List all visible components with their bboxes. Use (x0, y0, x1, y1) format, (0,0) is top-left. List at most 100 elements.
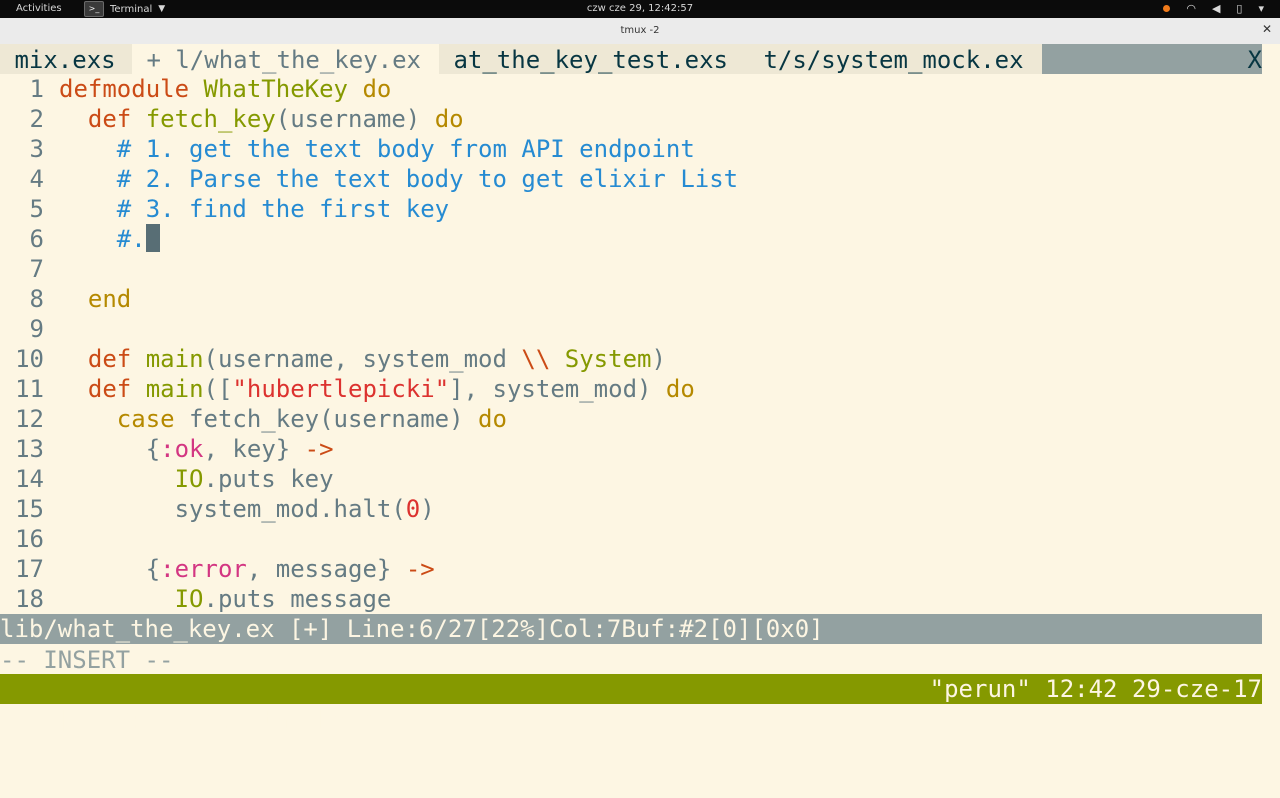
code-line[interactable]: 10 def main(username, system_mod \\ Syst… (0, 344, 1262, 374)
code-token: :error (160, 555, 247, 583)
code-token: (username) (275, 105, 435, 133)
scrollbar[interactable] (1262, 44, 1280, 720)
code-token: fetch_key (145, 105, 276, 133)
code-token: { (59, 555, 161, 583)
wifi-icon: ◠ (1186, 2, 1196, 15)
code-line[interactable]: 8 end (0, 284, 1262, 314)
code-line[interactable]: 4 # 2. Parse the text body to get elixir… (0, 164, 1262, 194)
code-token: .puts key (203, 465, 334, 493)
vim-statusline: lib/what_the_key.ex [+] Line:6/27[22%]Co… (0, 614, 1262, 644)
line-number: 6 (29, 225, 44, 253)
code-line[interactable]: 3 # 1. get the text body from API endpoi… (0, 134, 1262, 164)
code-token: case (116, 405, 175, 433)
code-token: IO (174, 585, 204, 613)
code-token: -> (304, 435, 334, 463)
code-token: # 2. Parse the text body to get elixir L… (59, 165, 739, 193)
code-line[interactable]: 7 (0, 254, 1262, 284)
line-number: 8 (29, 285, 44, 313)
chevron-down-icon: ▾ (1258, 2, 1264, 15)
tab-what-the-key-test[interactable]: at_the_key_test.exs (439, 44, 749, 74)
code-token: "hubertlepicki" (232, 375, 450, 403)
vim-tabline: mix.exs + l/what_the_key.ex at_the_key_t… (0, 44, 1262, 74)
tab-system-mock[interactable]: t/s/system_mock.ex (749, 44, 1042, 74)
volume-icon: ◀ (1211, 2, 1221, 15)
text-cursor (145, 224, 160, 252)
code-token: do (434, 105, 464, 133)
code-token: do (665, 375, 695, 403)
tab-mix-exs[interactable]: mix.exs (0, 44, 132, 74)
system-tray[interactable]: ◠ ◀ ▯ ▾ (1163, 2, 1264, 15)
code-token: ) (420, 495, 435, 523)
terminal-area[interactable]: mix.exs + l/what_the_key.ex at_the_key_t… (0, 44, 1262, 734)
code-token: def (87, 375, 132, 403)
tmux-window-list[interactable]: [0] 0:../what_the_key* (58, 706, 376, 734)
code-line[interactable]: 1 defmodule WhatTheKey do (0, 74, 1262, 104)
code-line[interactable]: 11 def main(["hubertlepicki"], system_mo… (0, 374, 1262, 404)
code-line[interactable]: 9 (0, 314, 1262, 344)
line-number: 9 (29, 315, 44, 343)
code-line[interactable]: 5 # 3. find the first key (0, 194, 1262, 224)
code-line[interactable]: 17 {:error, message} -> (0, 554, 1262, 584)
code-token: do (362, 75, 392, 103)
code-token: 0 (405, 495, 421, 523)
close-icon[interactable]: ✕ (1262, 22, 1272, 36)
line-number: 16 (15, 525, 44, 553)
code-token: # 1. get the text body from API endpoint (59, 135, 695, 163)
line-number: 14 (15, 465, 44, 493)
code-token: .puts message (203, 585, 392, 613)
clock[interactable]: czw cze 29, 12:42:57 (0, 3, 1280, 14)
code-line[interactable]: 14 IO.puts key (0, 464, 1262, 494)
code-token: #. (59, 225, 146, 253)
line-number: 5 (29, 195, 44, 223)
tab-close-button[interactable]: X (1247, 44, 1262, 74)
code-token: ) (651, 345, 666, 373)
code-line[interactable]: 2 def fetch_key(username) do (0, 104, 1262, 134)
code-token: { (59, 435, 161, 463)
line-number: 7 (29, 255, 44, 283)
line-number: 17 (15, 555, 44, 583)
line-number: 12 (15, 405, 44, 433)
code-token: , key} (203, 435, 305, 463)
mode-indicator: -- INSERT -- (0, 646, 174, 674)
code-token: end (87, 285, 132, 313)
line-number: 1 (29, 75, 44, 103)
code-token: -> (405, 555, 435, 583)
line-number: 11 (15, 375, 44, 403)
code-token: defmodule (59, 75, 190, 103)
code-line[interactable]: 13 {:ok, key} -> (0, 434, 1262, 464)
line-number: 18 (15, 585, 44, 613)
tmux-statusbar: [0] 0:../what_the_key* "perun" 12:42 29-… (0, 674, 1262, 734)
code-token: :ok (160, 435, 204, 463)
code-line[interactable]: 6 #. (0, 224, 1262, 254)
line-number: 3 (29, 135, 44, 163)
code-token: fetch_key(username) (174, 405, 479, 433)
code-line[interactable]: 16 (0, 524, 1262, 554)
code-line[interactable]: 12 case fetch_key(username) do (0, 404, 1262, 434)
window-titlebar: tmux -2 ✕ (0, 18, 1280, 44)
code-token: def (87, 105, 132, 133)
system-top-bar: Activities >_ Terminal ▼ czw cze 29, 12:… (0, 0, 1280, 18)
code-line[interactable]: 18 IO.puts message (0, 584, 1262, 614)
notification-dot-icon (1163, 5, 1171, 12)
line-number: 2 (29, 105, 44, 133)
code-token: # 3. find the first key (59, 195, 450, 223)
code-token: (username, system_mod (203, 345, 522, 373)
code-line[interactable]: 15 system_mod.halt(0) (0, 494, 1262, 524)
code-token: main (145, 345, 204, 373)
line-number: 4 (29, 165, 44, 193)
tab-what-the-key[interactable]: + l/what_the_key.ex (132, 44, 439, 74)
code-token: , message} (246, 555, 406, 583)
code-token: IO (174, 465, 204, 493)
code-token: do (478, 405, 507, 433)
